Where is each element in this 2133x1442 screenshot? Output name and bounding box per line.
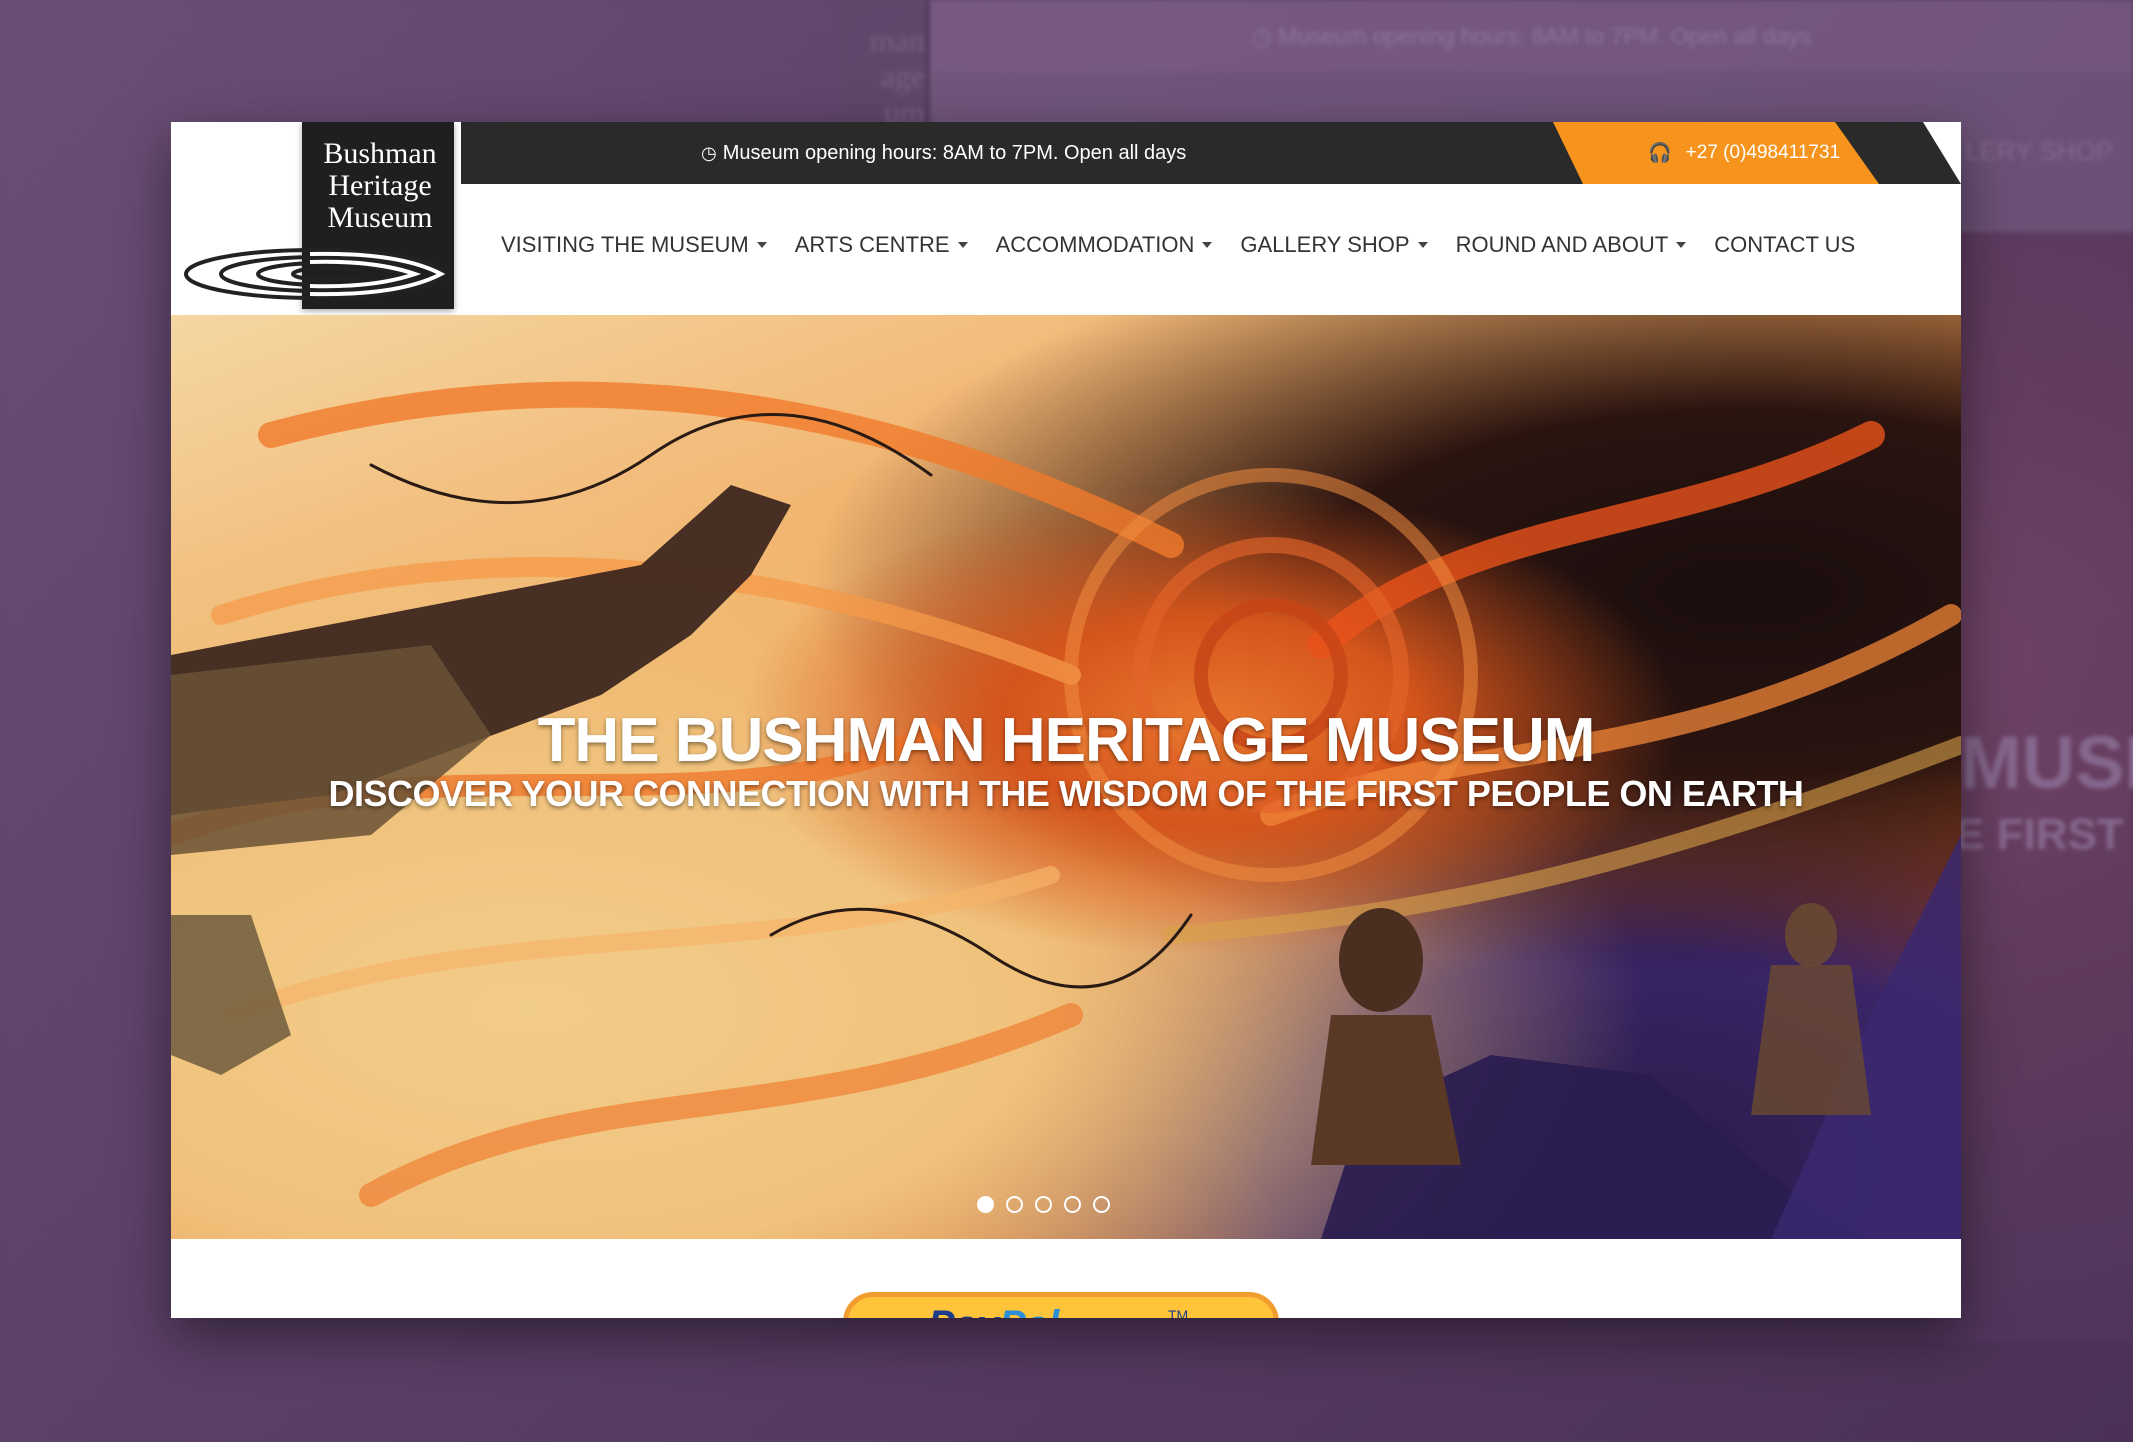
logo-line-3: Museum: [327, 201, 433, 234]
nav-accommodation[interactable]: ACCOMMODATION: [996, 232, 1213, 258]
nav-label: GALLERY SHOP: [1240, 232, 1410, 257]
paypal-logo: PayPal: [928, 1303, 1059, 1318]
paypal-trademark: TM: [1168, 1307, 1189, 1318]
spiral-icon: [184, 248, 446, 300]
caret-down-icon: [1202, 242, 1213, 248]
phone-link[interactable]: 🎧 +27 (0)498411731: [1648, 122, 1840, 184]
opening-hours: ◷ Museum opening hours: 8AM to 7PM. Open…: [701, 122, 1186, 184]
hero-subtitle: DISCOVER YOUR CONNECTION WITH THE WISDOM…: [328, 773, 1804, 814]
hero-slider[interactable]: THE BUSHMAN HERITAGE MUSEUM DISCOVER YOU…: [171, 315, 1961, 1239]
nav-gallery-shop[interactable]: GALLERY SHOP: [1240, 232, 1428, 258]
main-nav: VISITING THE MUSEUM ARTS CENTRE ACCOMMOD…: [501, 232, 1855, 258]
slider-pagination: [977, 1196, 1110, 1213]
bg-topbar-text: Museum opening hours: 8AM to 7PM. Open a…: [1278, 22, 1812, 49]
bg-nav-fragment: LERY SHOP: [1965, 136, 2113, 166]
headset-icon: 🎧: [1648, 143, 1672, 164]
nav-contact-us[interactable]: CONTACT US: [1714, 232, 1855, 258]
caret-down-icon: [756, 242, 767, 248]
caret-down-icon: [957, 242, 968, 248]
slider-dot-5[interactable]: [1093, 1196, 1110, 1213]
topbar-corner: [1881, 122, 1961, 184]
website-card: Bushman Heritage Museum ◷ Museum opening…: [171, 122, 1961, 1318]
nav-label: CONTACT US: [1714, 232, 1856, 257]
nav-arts-centre[interactable]: ARTS CENTRE: [795, 232, 968, 258]
nav-label: ARTS CENTRE: [794, 232, 950, 257]
slider-dot-3[interactable]: [1035, 1196, 1052, 1213]
nav-round-and-about[interactable]: ROUND AND ABOUT: [1456, 232, 1687, 258]
bg-clock-icon: ◷: [1251, 22, 1279, 49]
clock-icon: ◷: [701, 142, 717, 163]
nav-label: VISITING THE MUSEUM: [501, 232, 749, 257]
logo-line-2: Heritage: [328, 169, 432, 202]
phone-number: +27 (0)498411731: [1685, 142, 1841, 163]
slider-dot-2[interactable]: [1006, 1196, 1023, 1213]
nav-label: ACCOMMODATION: [995, 232, 1195, 257]
logo-line-1: Bushman: [323, 137, 437, 170]
museum-logo[interactable]: Bushman Heritage Museum: [171, 122, 461, 312]
nav-visiting-the-museum[interactable]: VISITING THE MUSEUM: [501, 232, 767, 258]
slider-dot-1[interactable]: [977, 1196, 994, 1213]
hero-title: THE BUSHMAN HERITAGE MUSEUM: [537, 706, 1596, 775]
bg-hero-fragment-title: MUSE: [1960, 721, 2133, 804]
bg-topbar: ◷ Museum opening hours: 8AM to 7PM. Open…: [930, 0, 2133, 72]
top-info-bar: ◷ Museum opening hours: 8AM to 7PM. Open…: [461, 122, 1961, 184]
logo-text: Bushman Heritage Museum: [316, 138, 444, 234]
bg-divider: [925, 0, 930, 140]
paypal-logo-pay: Pay: [928, 1303, 999, 1318]
paypal-button[interactable]: PayPal TM: [843, 1292, 1279, 1318]
nav-label: ROUND AND ABOUT: [1455, 232, 1669, 257]
caret-down-icon: [1417, 242, 1428, 248]
bg-hero-fragment-subtitle: E FIRST: [1955, 810, 2124, 859]
caret-down-icon: [1676, 242, 1687, 248]
paypal-logo-pal: Pal: [999, 1303, 1059, 1318]
slider-dot-4[interactable]: [1064, 1196, 1081, 1213]
opening-hours-text: Museum opening hours: 8AM to 7PM. Open a…: [722, 141, 1187, 164]
